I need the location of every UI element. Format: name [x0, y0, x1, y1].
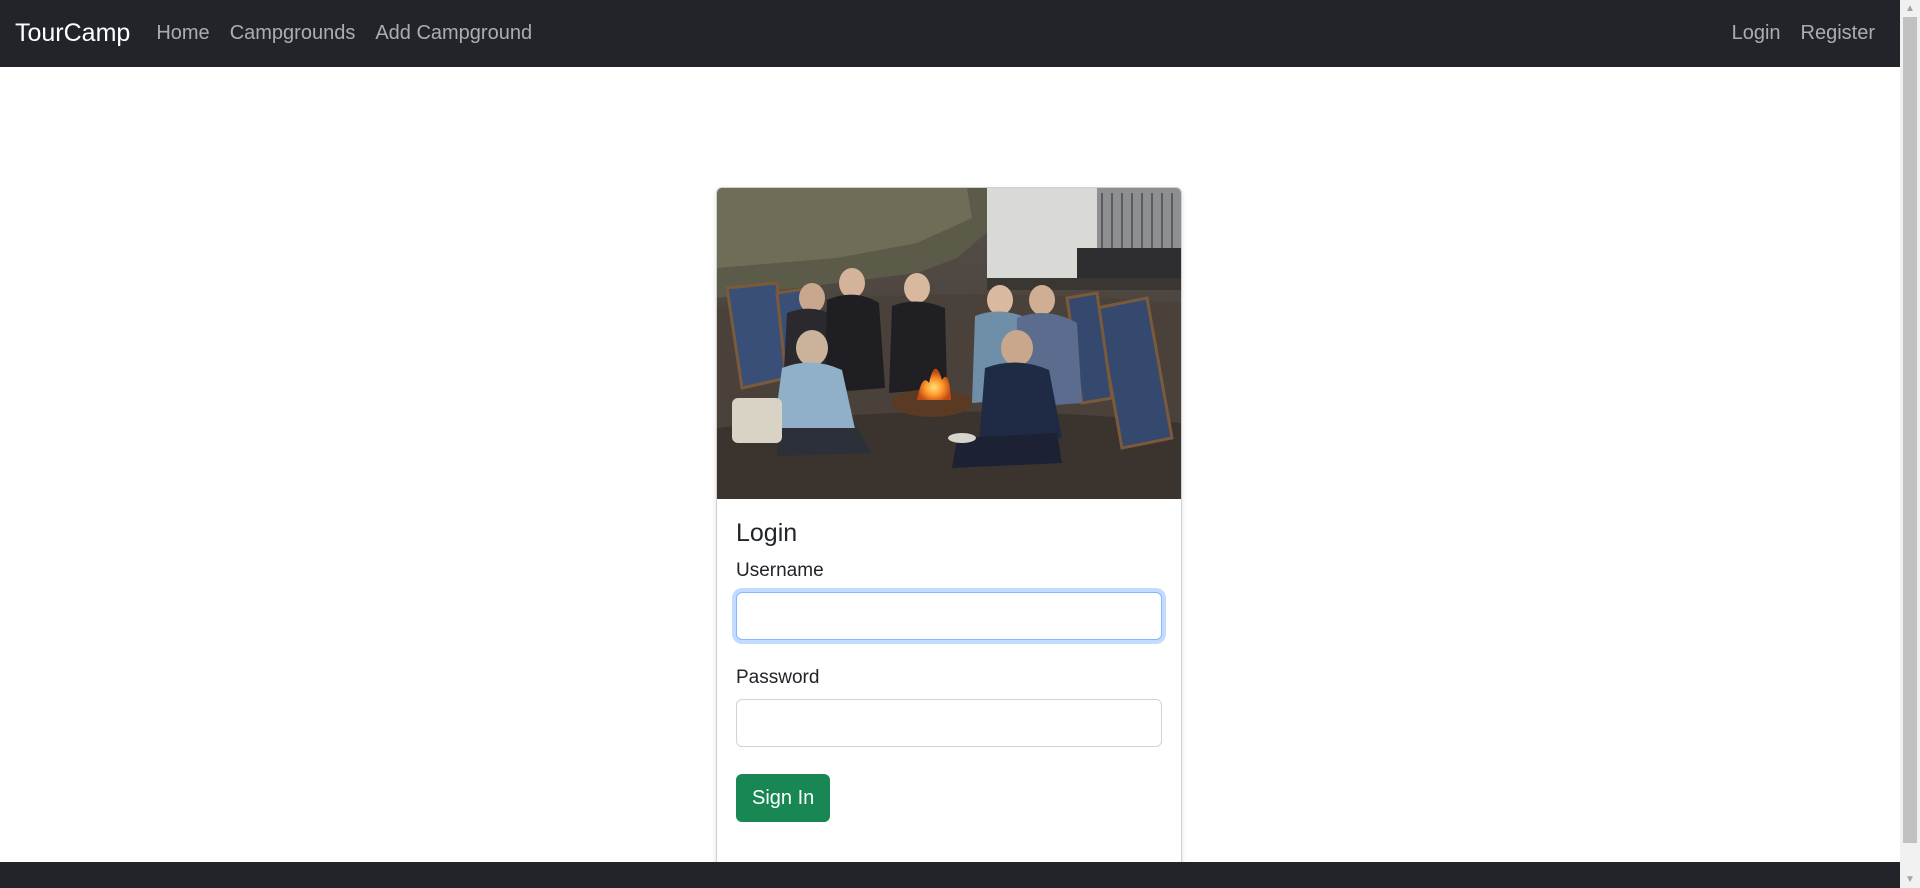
nav-link-add-campground[interactable]: Add Campground	[365, 22, 542, 45]
footer-bar	[0, 862, 1900, 888]
brand-link[interactable]: TourCamp	[15, 19, 130, 48]
nav-link-login[interactable]: Login	[1722, 22, 1791, 45]
nav-link-home[interactable]: Home	[146, 22, 219, 45]
username-input[interactable]	[736, 592, 1162, 640]
scroll-thumb[interactable]	[1903, 17, 1917, 843]
card-body: Login Username Password Sign In	[717, 519, 1181, 822]
top-navbar: TourCamp Home Campgrounds Add Campground…	[0, 0, 1900, 67]
vertical-scrollbar[interactable]: ▲ ▼	[1900, 0, 1920, 888]
nav-right-group: Login Register	[1722, 22, 1885, 45]
page: TourCamp Home Campgrounds Add Campground…	[0, 0, 1920, 888]
username-label: Username	[736, 560, 824, 581]
scroll-down-arrow-icon[interactable]: ▼	[1900, 871, 1920, 888]
campfire-photo	[717, 188, 1181, 499]
scroll-up-arrow-icon[interactable]: ▲	[1900, 0, 1920, 17]
password-group: Password	[736, 667, 1162, 747]
username-group: Username	[736, 560, 1162, 640]
nav-link-register[interactable]: Register	[1791, 22, 1885, 45]
sign-in-button[interactable]: Sign In	[736, 774, 831, 822]
password-input[interactable]	[736, 699, 1162, 747]
nav-link-campgrounds[interactable]: Campgrounds	[220, 22, 366, 45]
login-card: Login Username Password Sign In	[716, 187, 1182, 862]
nav-left-group: TourCamp Home Campgrounds Add Campground	[15, 19, 542, 48]
login-title: Login	[736, 519, 798, 547]
password-label: Password	[736, 667, 820, 688]
